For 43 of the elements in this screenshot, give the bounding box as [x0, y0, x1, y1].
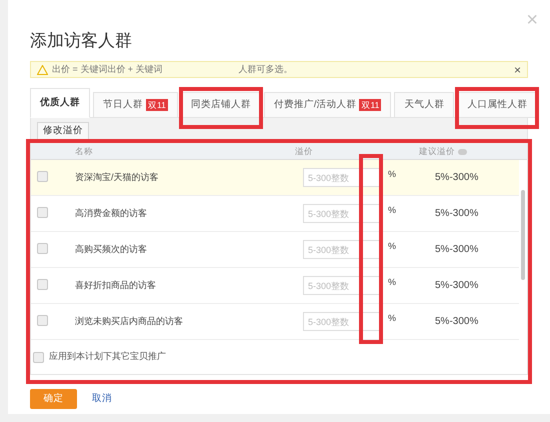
cancel-link[interactable]: 取消 [92, 392, 112, 406]
help-icon [458, 148, 467, 154]
tab[interactable]: 优质人群 [30, 88, 90, 118]
table-cell-text: 喜好折扣商品的访客 [75, 278, 157, 292]
percent-unit: % [388, 312, 398, 325]
table-cell-text: 5%-300% [435, 171, 478, 185]
table-cell-text: 5%-300% [435, 279, 478, 293]
tab-badge: 双11 [146, 99, 168, 111]
column-header: 溢价 [295, 145, 314, 158]
percent-unit: % [388, 240, 398, 253]
table-cell-text: 5%-300% [435, 315, 478, 329]
percent-unit: % [388, 168, 398, 181]
percent-unit: % [388, 276, 398, 289]
tab-badge: 双11 [359, 99, 382, 111]
column-header: 建议溢价 [419, 145, 455, 158]
column-header: 名称 [75, 145, 94, 158]
checkbox[interactable] [33, 352, 44, 362]
table-cell-text: 资深淘宝/天猫的访客 [75, 170, 160, 184]
table-cell-text: 5%-300% [435, 207, 478, 221]
checkbox[interactable] [37, 242, 48, 254]
tab[interactable]: 节日人群 双11 [93, 92, 178, 118]
checkbox[interactable] [37, 170, 48, 182]
edit-premium-button[interactable]: 修改溢价 [37, 122, 89, 140]
warning-icon [37, 64, 48, 74]
notice-text: 人群可多选。 [238, 62, 293, 76]
dialog-title: 添加访客人群 [30, 30, 133, 52]
apply-all-label: 应用到本计划下其它宝贝推广 [49, 350, 166, 364]
scrollbar[interactable] [521, 190, 525, 280]
checkbox[interactable] [37, 314, 48, 326]
table-cell-text: 5%-300% [435, 243, 478, 257]
table-row[interactable]: 资深淘宝/天猫的访客 5-300整数 % 5%-300% [31, 160, 519, 196]
percent-unit: % [388, 204, 398, 217]
table-cell-text: 高消费金额的访客 [75, 206, 148, 220]
checkbox[interactable] [37, 278, 48, 290]
notice-text: 出价 = 关键词出价 + 关键词 [52, 62, 163, 76]
tab[interactable]: 天气人群 [394, 92, 454, 118]
tab[interactable]: 同类店铺人群 [180, 92, 261, 118]
tab[interactable]: 人口属性人群 [457, 92, 538, 118]
table-cell-text: 浏览未购买店内商品的访客 [75, 314, 184, 328]
checkbox[interactable] [37, 206, 48, 218]
tab[interactable]: 付费推广/活动人群 双11 [264, 92, 392, 118]
table-cell-text: 高购买频次的访客 [75, 242, 148, 256]
notice-close-icon[interactable]: × [514, 64, 521, 76]
